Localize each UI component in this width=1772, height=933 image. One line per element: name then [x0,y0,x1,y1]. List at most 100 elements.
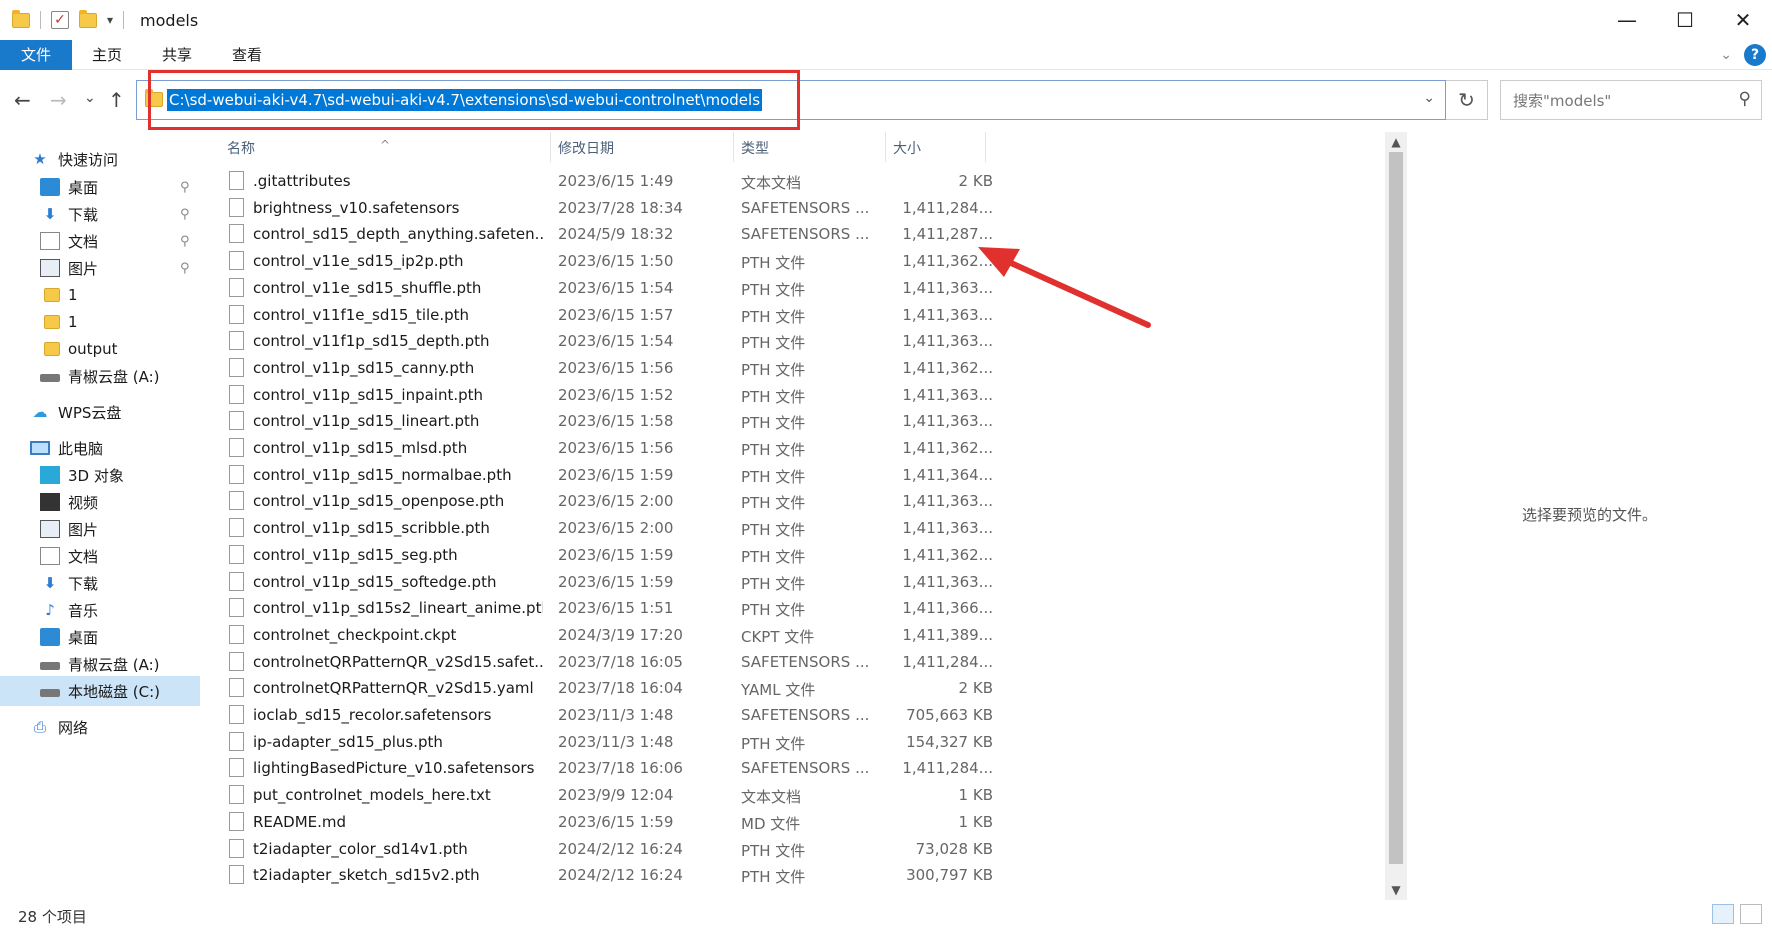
column-header-size[interactable]: 大小 [893,138,921,158]
close-button[interactable]: ✕ [1714,0,1772,40]
scroll-up-button[interactable]: ▲ [1385,132,1407,152]
file-row[interactable]: lightingBasedPicture_v10.safetensors 2023… [205,755,993,782]
divider [123,11,125,29]
back-button[interactable]: ← [14,88,31,112]
sidebar-item-label: 音乐 [68,601,99,620]
folder-icon [44,288,60,302]
file-row[interactable]: control_v11p_sd15s2_lineart_anime.pth 202… [205,595,993,622]
column-header-type[interactable]: 类型 [741,138,769,158]
file-type: SAFETENSORS ... [741,759,870,778]
tab-home[interactable]: 主页 [72,40,142,70]
file-date: 2023/7/18 16:05 [558,652,683,671]
file-date: 2024/2/12 16:24 [558,839,683,858]
new-folder-icon[interactable] [79,9,97,28]
file-icon [229,304,244,324]
file-row[interactable]: t2iadapter_sketch_sd15v2.pth 2024/2/12 16… [205,862,993,889]
column-divider[interactable] [550,132,551,162]
file-name: README.md [253,812,347,831]
file-name: .gitattributes [253,172,351,190]
tab-file[interactable]: 文件 [0,39,72,70]
file-size: 1,411,363... [902,332,993,351]
properties-icon[interactable]: ✓ [51,11,69,29]
column-header-name[interactable]: 名称 [227,138,255,158]
file-icon [229,491,244,511]
video-icon [40,493,60,511]
refresh-button[interactable]: ↻ [1446,80,1488,120]
file-icon [229,438,244,457]
file-date: 2023/7/18 16:04 [558,679,683,698]
file-row[interactable]: ip-adapter_sd15_plus.pth 2023/11/3 1:48 PT… [205,729,993,756]
file-row[interactable]: controlnet_checkpoint.ckpt 2024/3/19 17:2… [205,622,993,649]
up-button[interactable]: ↑ [108,88,125,112]
file-row[interactable]: t2iadapter_color_sd14v1.pth 2024/2/12 16:… [205,836,993,863]
scroll-thumb[interactable] [1389,152,1403,864]
sidebar-item-quick-access[interactable]: ★ 快速访问 [30,144,230,174]
file-name: control_v11f1e_sd15_tile.pth [253,305,470,324]
file-size: 1,411,363... [902,519,993,538]
file-row[interactable]: control_v11p_sd15_scribble.pth 2023/6/15 … [205,515,993,542]
file-row[interactable]: controlnetQRPatternQR_v2Sd15.safet... 202… [205,649,993,676]
file-name: ioclab_sd15_recolor.safetensors [253,706,492,724]
sidebar-item-this-pc[interactable]: 此电脑 [30,433,230,463]
file-row[interactable]: control_v11p_sd15_openpose.pth 2023/6/15 … [205,488,993,515]
minimize-button[interactable]: — [1598,0,1656,40]
file-date: 2023/9/9 12:04 [558,786,674,805]
sidebar-item-label: 此电脑 [58,439,104,458]
file-name: t2iadapter_color_sd14v1.pth [253,839,468,858]
file-row[interactable]: control_v11p_sd15_softedge.pth 2023/6/15 … [205,569,993,596]
file-row[interactable]: control_v11p_sd15_canny.pth 2023/6/15 1:5… [205,355,993,382]
search-icon[interactable]: ⚲ [1739,89,1751,109]
file-icon [229,464,244,484]
column-divider[interactable] [885,132,886,162]
file-row[interactable]: control_v11f1p_sd15_depth.pth 2023/6/15 1… [205,328,993,355]
file-row[interactable]: control_v11f1e_sd15_tile.pth 2023/6/15 1:… [205,302,993,329]
column-divider[interactable] [733,132,734,162]
scroll-down-button[interactable]: ▼ [1385,880,1407,900]
search-input[interactable]: 搜索"models" ⚲ [1500,80,1762,120]
ribbon-tabs: 文件 主页 共享 查看 ⌄ ? [0,39,1772,70]
forward-button[interactable]: → [50,88,67,112]
recent-locations-button[interactable]: ⌄ [84,90,96,106]
file-row[interactable]: control_v11p_sd15_normalbae.pth 2023/6/15… [205,462,993,489]
file-row[interactable]: control_v11p_sd15_mlsd.pth 2023/6/15 1:56… [205,435,993,462]
file-row[interactable]: brightness_v10.safetensors 2023/7/28 18:3… [205,195,993,222]
file-row[interactable]: control_v11p_sd15_seg.pth 2023/6/15 1:59 P… [205,542,993,569]
expand-ribbon-icon[interactable]: ⌄ [1720,47,1732,63]
quick-access-dropdown-icon[interactable]: ▾ [107,13,113,27]
help-icon[interactable]: ? [1744,44,1766,66]
file-row[interactable]: put_controlnet_models_here.txt 2023/9/9 1… [205,782,993,809]
file-row[interactable]: .gitattributes 2023/6/15 1:49 文本文档 2 KB [205,168,993,195]
file-row[interactable]: README.md 2023/6/15 1:59 MD 文件 1 KB [205,809,993,836]
sidebar-item-wps-cloud[interactable]: ☁ WPS云盘 [30,397,230,427]
file-name: controlnetQRPatternQR_v2Sd15.safet... [253,652,543,671]
sidebar-item-network[interactable]: ⎙ 网络 [30,712,230,742]
file-row[interactable]: ioclab_sd15_recolor.safetensors 2023/11/3… [205,702,993,729]
file-date: 2023/6/15 1:59 [558,545,674,564]
file-date: 2023/6/15 1:49 [558,172,674,190]
preview-pane: 选择要预览的文件。 [1407,132,1772,900]
large-icons-view-button[interactable] [1740,904,1762,924]
column-divider[interactable] [985,132,986,162]
sidebar-item-label: 3D 对象 [68,466,124,485]
tab-view[interactable]: 查看 [212,40,282,70]
file-row[interactable]: control_sd15_depth_anything.safeten... 20… [205,221,993,248]
file-size: 1,411,362... [902,545,993,564]
file-date: 2023/6/15 1:54 [558,332,674,351]
vertical-scrollbar[interactable]: ▲ ▼ [1385,132,1407,900]
column-header-date[interactable]: 修改日期 [558,138,614,158]
file-type: PTH 文件 [741,467,806,486]
file-list: ^ 名称 修改日期 类型 大小 .gitattributes 2023/6/15 … [205,132,1385,900]
file-row[interactable]: control_v11e_sd15_shuffle.pth 2023/6/15 1… [205,275,993,302]
file-row[interactable]: control_v11p_sd15_inpaint.pth 2023/6/15 1… [205,382,993,409]
details-view-button[interactable] [1712,904,1734,924]
file-row[interactable]: controlnetQRPatternQR_v2Sd15.yaml 2023/7/… [205,675,993,702]
file-type: MD 文件 [741,814,801,833]
file-row[interactable]: control_v11p_sd15_lineart.pth 2023/6/15 1… [205,408,993,435]
maximize-button[interactable]: ☐ [1656,0,1714,40]
tab-share[interactable]: 共享 [142,40,212,70]
address-dropdown-icon[interactable]: ⌄ [1423,90,1435,106]
file-row[interactable]: control_v11e_sd15_ip2p.pth 2023/6/15 1:50… [205,248,993,275]
file-name: control_sd15_depth_anything.safeten... [253,225,543,244]
sidebar-item-local-disk-c[interactable]: 本地磁盘 (C:) [0,676,200,706]
file-size: 1,411,362... [902,252,993,271]
